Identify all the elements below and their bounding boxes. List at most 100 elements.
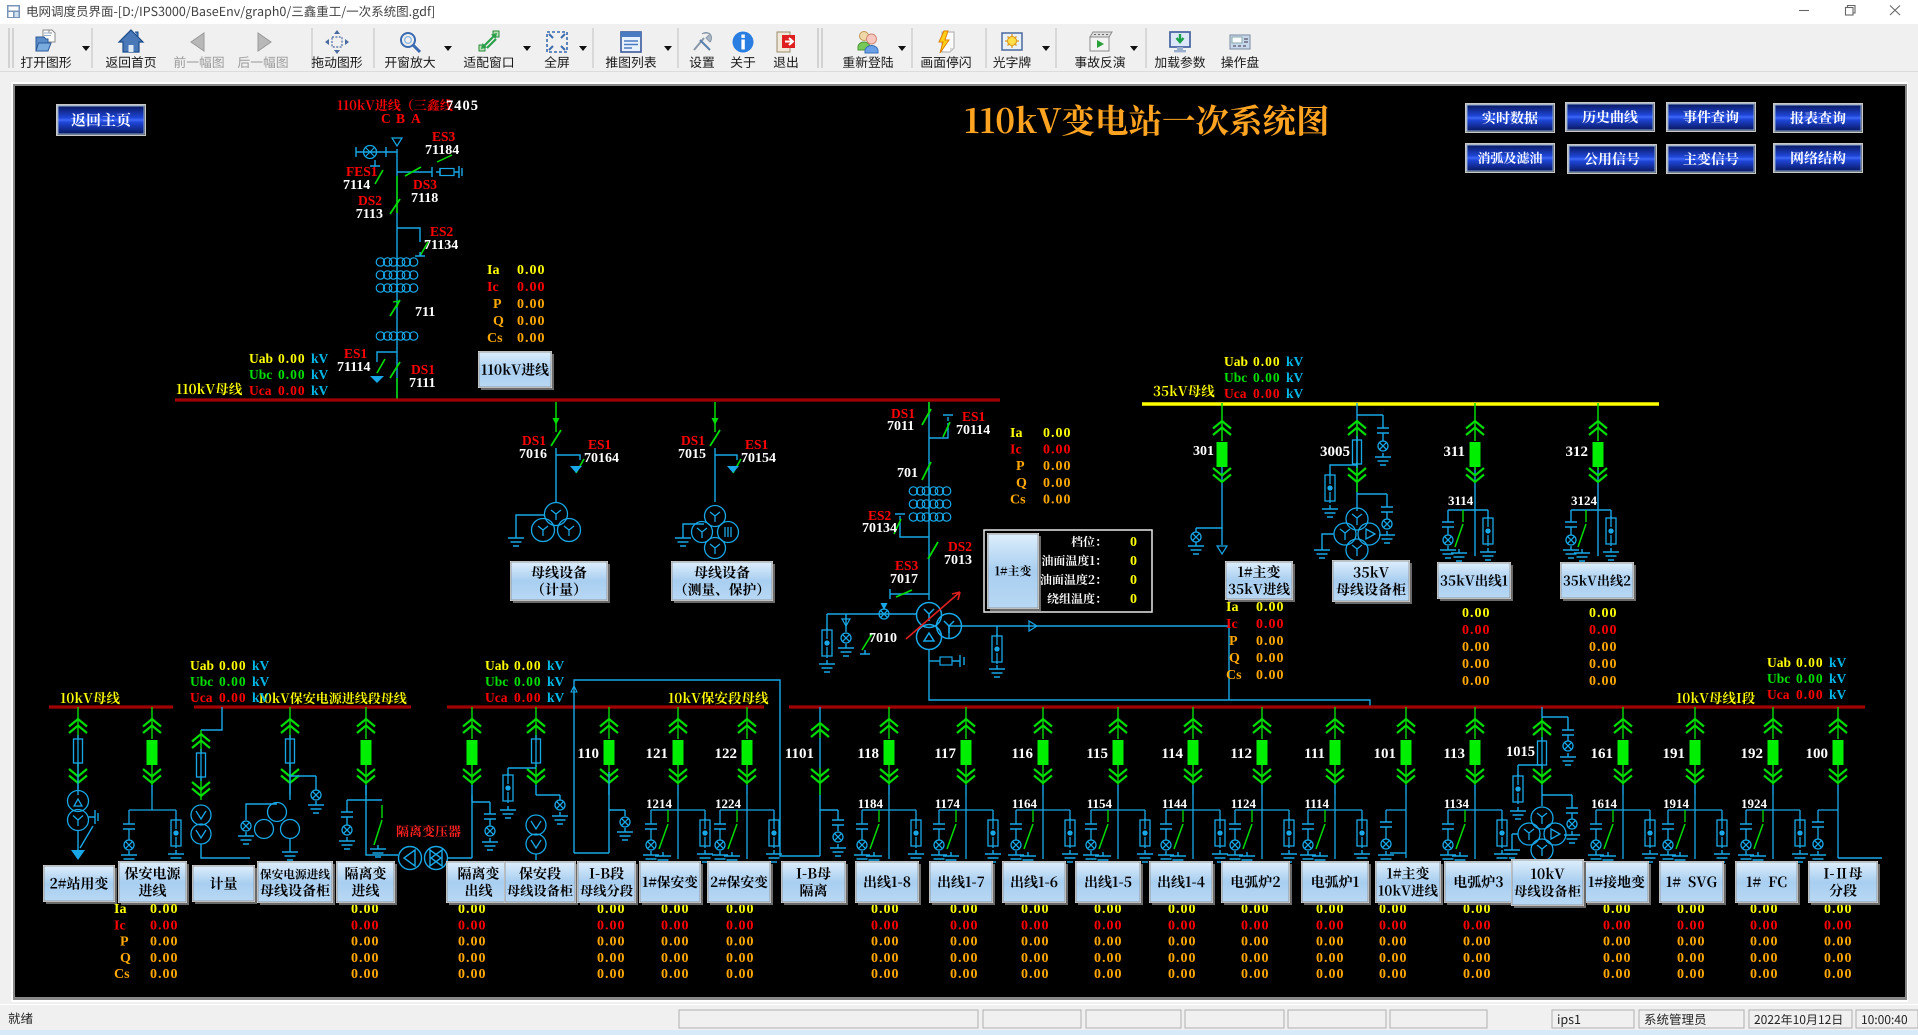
svg-text:Uca: Uca	[190, 690, 213, 705]
svg-text:1114: 1114	[1304, 796, 1329, 811]
svg-text:0.00: 0.00	[871, 935, 900, 950]
svg-text:0.00: 0.00	[1043, 426, 1072, 441]
svg-text:kV: kV	[311, 383, 329, 398]
svg-text:121: 121	[646, 746, 669, 762]
svg-text:112: 112	[1230, 746, 1252, 762]
svg-text:0.00: 0.00	[1168, 951, 1197, 966]
svg-text:Cs: Cs	[487, 331, 503, 346]
svg-text:0.00: 0.00	[1094, 951, 1123, 966]
svg-text:0.00: 0.00	[458, 951, 487, 966]
svg-text:0.00: 0.00	[1603, 918, 1632, 933]
svg-text:0.00: 0.00	[1589, 657, 1618, 672]
svg-text:0.00: 0.00	[1379, 951, 1408, 966]
svg-text:0.00: 0.00	[278, 367, 306, 382]
svg-text:701: 701	[897, 466, 918, 481]
svg-text:DS1: DS1	[681, 433, 705, 448]
svg-text:0.00: 0.00	[517, 331, 546, 346]
svg-text:Ubc: Ubc	[1767, 671, 1790, 686]
svg-text:1914: 1914	[1663, 796, 1690, 811]
svg-text:0.00: 0.00	[1463, 918, 1492, 933]
svg-text:0.00: 0.00	[726, 951, 755, 966]
svg-text:0.00: 0.00	[950, 918, 979, 933]
svg-text:1134: 1134	[1444, 796, 1470, 811]
svg-text:7118: 7118	[411, 191, 438, 206]
svg-text:0.00: 0.00	[1824, 918, 1853, 933]
svg-text:71184: 71184	[425, 143, 459, 158]
svg-text:7010: 7010	[869, 631, 897, 646]
svg-text:DS2: DS2	[358, 193, 382, 208]
svg-text:kV: kV	[1829, 671, 1847, 686]
svg-text:0.00: 0.00	[1253, 370, 1281, 385]
svg-text:0.00: 0.00	[1043, 476, 1072, 491]
svg-text:Uca: Uca	[1224, 386, 1247, 401]
svg-text:110: 110	[577, 746, 599, 762]
svg-text:0.00: 0.00	[1462, 623, 1491, 638]
svg-text:0.00: 0.00	[1021, 935, 1050, 950]
svg-text:kV: kV	[1286, 386, 1304, 401]
svg-text:0.00: 0.00	[1241, 935, 1270, 950]
svg-text:Q: Q	[120, 951, 131, 966]
svg-text:0.00: 0.00	[597, 967, 626, 982]
svg-text:kV: kV	[252, 658, 270, 673]
svg-text:0.00: 0.00	[1241, 918, 1270, 933]
svg-text:192: 192	[1741, 746, 1764, 762]
svg-text:0.00: 0.00	[514, 690, 542, 705]
svg-text:0.00: 0.00	[1094, 967, 1123, 982]
svg-text:100: 100	[1806, 746, 1829, 762]
svg-text:ES1: ES1	[344, 346, 368, 361]
svg-text:0.00: 0.00	[1316, 935, 1345, 950]
svg-text:0.00: 0.00	[1043, 459, 1072, 474]
svg-text:0.00: 0.00	[1589, 674, 1618, 689]
svg-text:0.00: 0.00	[1677, 951, 1706, 966]
svg-text:C: C	[381, 111, 391, 126]
svg-text:0.00: 0.00	[1824, 951, 1853, 966]
svg-text:7405: 7405	[446, 98, 479, 114]
svg-text:0.00: 0.00	[1094, 935, 1123, 950]
svg-text:0.00: 0.00	[1824, 935, 1853, 950]
svg-text:0.00: 0.00	[1253, 354, 1281, 369]
svg-text:312: 312	[1566, 444, 1589, 460]
svg-text:7113: 7113	[356, 207, 383, 222]
svg-text:1101: 1101	[785, 746, 814, 762]
svg-text:0.00: 0.00	[150, 902, 179, 917]
svg-text:0.00: 0.00	[150, 935, 179, 950]
svg-text:0.00: 0.00	[1462, 606, 1491, 621]
svg-text:0.00: 0.00	[661, 951, 690, 966]
svg-text:0.00: 0.00	[351, 967, 380, 982]
svg-text:1015: 1015	[1506, 744, 1535, 760]
svg-text:FES1: FES1	[346, 164, 378, 179]
svg-text:0.00: 0.00	[726, 918, 755, 933]
svg-text:0.00: 0.00	[1256, 668, 1285, 683]
svg-text:Ubc: Ubc	[190, 674, 213, 689]
svg-text:0.00: 0.00	[351, 951, 380, 966]
svg-text:71134: 71134	[424, 238, 458, 253]
svg-text:P: P	[493, 297, 502, 312]
svg-text:301: 301	[1193, 444, 1214, 459]
svg-text:0.00: 0.00	[597, 935, 626, 950]
svg-text:117: 117	[934, 746, 956, 762]
svg-text:0.00: 0.00	[1094, 918, 1123, 933]
svg-text:0.00: 0.00	[1043, 492, 1072, 507]
svg-text:0.00: 0.00	[950, 951, 979, 966]
svg-text:Uca: Uca	[1767, 687, 1790, 702]
svg-text:0.00: 0.00	[278, 383, 306, 398]
svg-text:DS3: DS3	[413, 177, 437, 192]
svg-text:Q: Q	[493, 314, 504, 329]
svg-text:0.00: 0.00	[871, 918, 900, 933]
svg-text:111: 111	[1304, 746, 1325, 762]
svg-text:0.00: 0.00	[1043, 443, 1072, 458]
svg-text:Ubc: Ubc	[1224, 370, 1247, 385]
svg-text:1144: 1144	[1162, 796, 1188, 811]
svg-text:DS1: DS1	[522, 433, 546, 448]
svg-text:Uca: Uca	[249, 383, 272, 398]
svg-text:0.00: 0.00	[1796, 671, 1824, 686]
svg-text:Ic: Ic	[487, 280, 499, 295]
svg-text:115: 115	[1086, 746, 1108, 762]
svg-text:0.00: 0.00	[1462, 657, 1491, 672]
svg-text:Cs: Cs	[1226, 668, 1242, 683]
svg-text:Uca: Uca	[485, 690, 508, 705]
svg-text:kV: kV	[311, 367, 329, 382]
svg-text:kV: kV	[252, 690, 270, 705]
svg-text:7111: 7111	[409, 376, 435, 391]
svg-text:0.00: 0.00	[1589, 623, 1618, 638]
